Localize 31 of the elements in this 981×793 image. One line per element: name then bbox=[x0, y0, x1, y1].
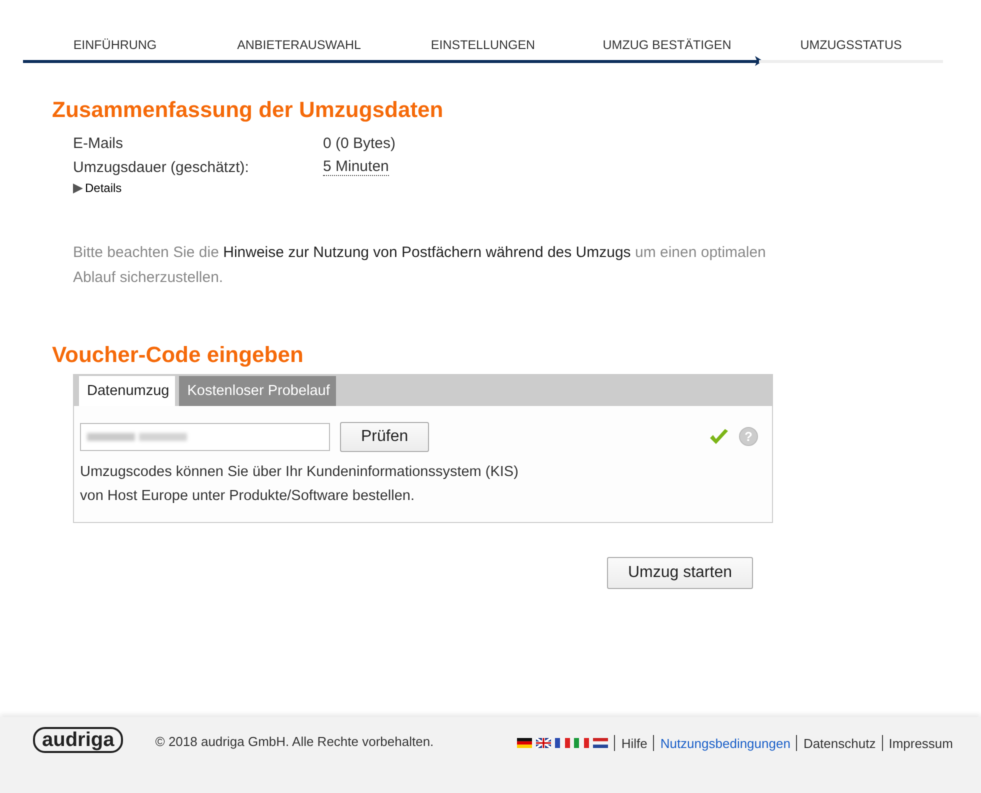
start-button[interactable]: Umzug starten bbox=[606, 556, 753, 588]
expand-icon bbox=[73, 182, 83, 194]
summary-value: 0 (0 Bytes) bbox=[323, 134, 396, 152]
footer-link[interactable]: Hilfe bbox=[621, 736, 648, 751]
logo: audriga bbox=[33, 727, 124, 753]
summary-value: 5 Minuten bbox=[323, 158, 389, 176]
tab[interactable]: Datenumzug bbox=[79, 376, 176, 406]
section-heading: Zusammenfassung der Umzugsdaten bbox=[52, 97, 444, 123]
check-button[interactable]: Prüfen bbox=[340, 422, 430, 452]
footer-link[interactable]: Nutzungsbedingungen bbox=[660, 736, 790, 751]
footer-link[interactable]: Impressum bbox=[888, 736, 953, 751]
footer-link[interactable]: Datenschutz bbox=[803, 736, 876, 751]
step-label: UMZUGSSTATUS bbox=[800, 38, 902, 54]
copyright-text: © 2018 audriga GmbH. Alle Rechte vorbehalten. bbox=[155, 734, 434, 749]
step-label: ANBIETERAUSWAHL bbox=[237, 38, 361, 54]
section-heading: Voucher-Code eingeben bbox=[52, 342, 304, 368]
step-label: EINFÜHRUNG bbox=[73, 38, 157, 54]
summary-label: E-Mails bbox=[73, 134, 124, 152]
flag-icon[interactable] bbox=[555, 738, 570, 748]
details-toggle[interactable]: Details bbox=[73, 181, 122, 195]
summary-label: Umzugsdauer (geschätzt): bbox=[73, 158, 250, 176]
flag-icon[interactable] bbox=[536, 738, 552, 748]
voucher-code-field[interactable] bbox=[80, 422, 330, 450]
step-label: UMZUG BESTÄTIGEN bbox=[602, 38, 732, 54]
notice-link[interactable]: Hinweise zur Nutzung von Postfächern während des Umzugs bbox=[223, 244, 631, 260]
flag-icon[interactable] bbox=[593, 738, 608, 748]
notice-text: Bitte beachten Sie die Hinweise zur Nutzung von Postfächern während des Umzugs um einen optimalen Ablauf sicherzustellen. bbox=[73, 242, 767, 288]
info-text: Umzugscodes können Sie über Ihr Kundeninformationssystem (KIS) bbox=[80, 462, 520, 482]
flag-icon[interactable] bbox=[517, 738, 532, 748]
info-text: von Host Europe unter Produkte/Software bestellen. bbox=[80, 486, 416, 506]
step-label: EINSTELLUNGEN bbox=[430, 38, 536, 54]
